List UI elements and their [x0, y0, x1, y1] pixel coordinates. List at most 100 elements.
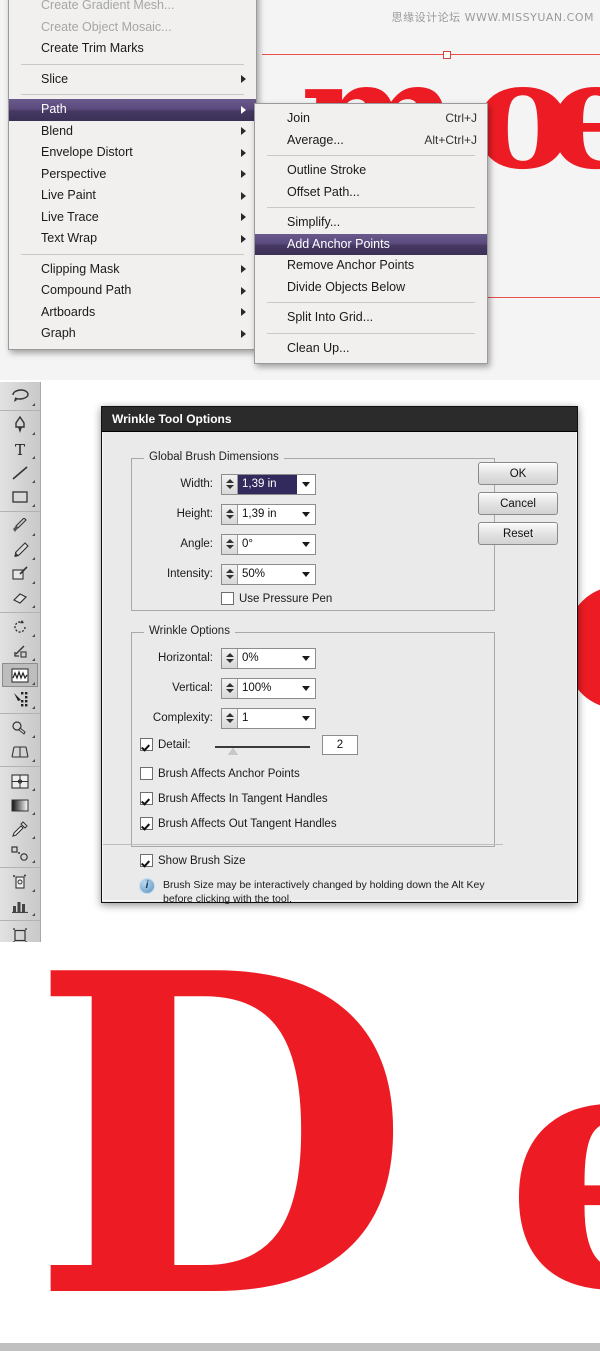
menu-item-simplify[interactable]: Simplify... — [255, 212, 487, 234]
horizontal-value[interactable]: 0% — [238, 649, 297, 668]
detail-checkbox-box[interactable] — [140, 738, 153, 751]
horizontal-stepper-arrows[interactable] — [222, 649, 238, 668]
shape-builder-tool[interactable] — [2, 716, 38, 740]
brush-affects-in-tangent-box[interactable] — [140, 792, 153, 805]
intensity-spinner[interactable]: 50% — [221, 564, 316, 585]
menu-item-divide-objects-below[interactable]: Divide Objects Below — [255, 277, 487, 299]
complexity-dropdown-caret-icon[interactable] — [297, 709, 315, 728]
brush-affects-in-tangent-checkbox[interactable]: Brush Affects In Tangent Handles — [140, 792, 328, 805]
submenu-arrow-icon — [241, 106, 246, 114]
menu-item-clipping-mask[interactable]: Clipping Mask — [9, 259, 256, 281]
detail-slider-thumb[interactable] — [228, 748, 238, 755]
eraser-tool[interactable] — [2, 586, 38, 610]
wrinkle-tool[interactable] — [2, 663, 38, 687]
rotate-tool[interactable] — [2, 615, 38, 639]
path-submenu[interactable]: JoinCtrl+JAverage...Alt+Ctrl+J Outline St… — [254, 103, 488, 364]
detail-value-box[interactable]: 2 — [322, 735, 358, 755]
brush-affects-anchor-points-checkbox[interactable]: Brush Affects Anchor Points — [140, 767, 300, 780]
menu-item-artboards[interactable]: Artboards — [9, 302, 256, 324]
blend-tool[interactable] — [2, 841, 38, 865]
height-dropdown-caret-icon[interactable] — [297, 505, 315, 524]
complexity-value[interactable]: 1 — [238, 709, 297, 728]
menu-item-add-anchor-points[interactable]: Add Anchor Points — [255, 234, 487, 256]
menu-item-join[interactable]: JoinCtrl+J — [255, 108, 487, 130]
artboard-tool[interactable] — [2, 923, 38, 942]
intensity-value[interactable]: 50% — [238, 565, 297, 584]
artwork-result-panel: D e — [0, 942, 600, 1351]
mesh-tool[interactable] — [2, 769, 38, 793]
menu-item-live-trace[interactable]: Live Trace — [9, 207, 256, 229]
menu-item-offset-path[interactable]: Offset Path... — [255, 182, 487, 204]
menu-item-live-paint[interactable]: Live Paint — [9, 185, 256, 207]
vertical-dropdown-caret-icon[interactable] — [297, 679, 315, 698]
complexity-spinner[interactable]: 1 — [221, 708, 316, 729]
vertical-stepper-arrows[interactable] — [222, 679, 238, 698]
lasso-tool[interactable] — [2, 384, 38, 408]
angle-value[interactable]: 0° — [238, 535, 297, 554]
show-brush-size-box[interactable] — [140, 854, 153, 867]
pencil-tool[interactable] — [2, 538, 38, 562]
menu-item-remove-anchor-points[interactable]: Remove Anchor Points — [255, 255, 487, 277]
width-stepper-arrows[interactable] — [222, 475, 238, 494]
type-tool[interactable]: T — [2, 437, 38, 461]
detail-checkbox[interactable]: Detail: — [140, 738, 191, 751]
width-spinner[interactable]: 1,39 in — [221, 474, 316, 495]
angle-spinner[interactable]: 0° — [221, 534, 316, 555]
submenu-arrow-icon — [241, 75, 246, 83]
brush-affects-anchor-points-box[interactable] — [140, 767, 153, 780]
menu-screenshot-panel: 思缘设计论坛 WWW.MISSYUAN.COM mo e Create Grad… — [0, 0, 600, 380]
ok-button[interactable]: OK — [478, 462, 558, 485]
object-menu[interactable]: Create Gradient Mesh...Create Object Mos… — [8, 0, 257, 350]
gradient-tool[interactable] — [2, 793, 38, 817]
complexity-stepper-arrows[interactable] — [222, 709, 238, 728]
intensity-dropdown-caret-icon[interactable] — [297, 565, 315, 584]
pen-tool[interactable] — [2, 413, 38, 437]
field-row-vertical: Vertical: 100% — [133, 678, 316, 698]
line-segment-tool[interactable] — [2, 461, 38, 485]
eyedropper-tool[interactable] — [2, 817, 38, 841]
perspective-grid-tool[interactable] — [2, 740, 38, 764]
horizontal-spinner[interactable]: 0% — [221, 648, 316, 669]
scale-tool[interactable] — [2, 639, 38, 663]
menu-item-create-trim-marks[interactable]: Create Trim Marks — [9, 38, 256, 60]
intensity-stepper-arrows[interactable] — [222, 565, 238, 584]
menu-item-perspective[interactable]: Perspective — [9, 164, 256, 186]
free-transform-tool[interactable] — [2, 687, 38, 711]
wrinkle-tool-options-dialog[interactable]: Wrinkle Tool Options Global Brush Dimens… — [101, 406, 578, 903]
brush-affects-out-tangent-checkbox[interactable]: Brush Affects Out Tangent Handles — [140, 817, 337, 830]
symbol-sprayer-tool[interactable] — [2, 870, 38, 894]
column-graph-tool[interactable] — [2, 894, 38, 918]
vertical-value[interactable]: 100% — [238, 679, 297, 698]
rectangle-tool[interactable] — [2, 485, 38, 509]
menu-item-path[interactable]: Path — [9, 99, 256, 121]
menu-item-slice[interactable]: Slice — [9, 69, 256, 91]
width-dropdown-caret-icon[interactable] — [297, 475, 315, 494]
tools-panel[interactable]: T — [0, 382, 41, 942]
vertical-spinner[interactable]: 100% — [221, 678, 316, 699]
use-pressure-pen-box[interactable] — [221, 592, 234, 605]
width-value[interactable]: 1,39 in — [238, 475, 297, 494]
menu-item-graph[interactable]: Graph — [9, 323, 256, 345]
height-value[interactable]: 1,39 in — [238, 505, 297, 524]
height-stepper-arrows[interactable] — [222, 505, 238, 524]
show-brush-size-checkbox[interactable]: Show Brush Size — [140, 854, 246, 867]
angle-dropdown-caret-icon[interactable] — [297, 535, 315, 554]
reset-button[interactable]: Reset — [478, 522, 558, 545]
menu-item-average[interactable]: Average...Alt+Ctrl+J — [255, 130, 487, 152]
menu-item-compound-path[interactable]: Compound Path — [9, 280, 256, 302]
menu-item-split-into-grid[interactable]: Split Into Grid... — [255, 307, 487, 329]
menu-item-blend[interactable]: Blend — [9, 121, 256, 143]
menu-item-text-wrap[interactable]: Text Wrap — [9, 228, 256, 250]
blob-brush-tool[interactable] — [2, 562, 38, 586]
cancel-button[interactable]: Cancel — [478, 492, 558, 515]
menu-item-outline-stroke[interactable]: Outline Stroke — [255, 160, 487, 182]
brush-affects-out-tangent-box[interactable] — [140, 817, 153, 830]
detail-slider[interactable] — [215, 742, 310, 756]
menu-item-clean-up[interactable]: Clean Up... — [255, 338, 487, 360]
menu-item-envelope-distort[interactable]: Envelope Distort — [9, 142, 256, 164]
horizontal-dropdown-caret-icon[interactable] — [297, 649, 315, 668]
height-spinner[interactable]: 1,39 in — [221, 504, 316, 525]
angle-stepper-arrows[interactable] — [222, 535, 238, 554]
paintbrush-tool[interactable] — [2, 514, 38, 538]
use-pressure-pen-checkbox[interactable]: Use Pressure Pen — [221, 592, 332, 605]
